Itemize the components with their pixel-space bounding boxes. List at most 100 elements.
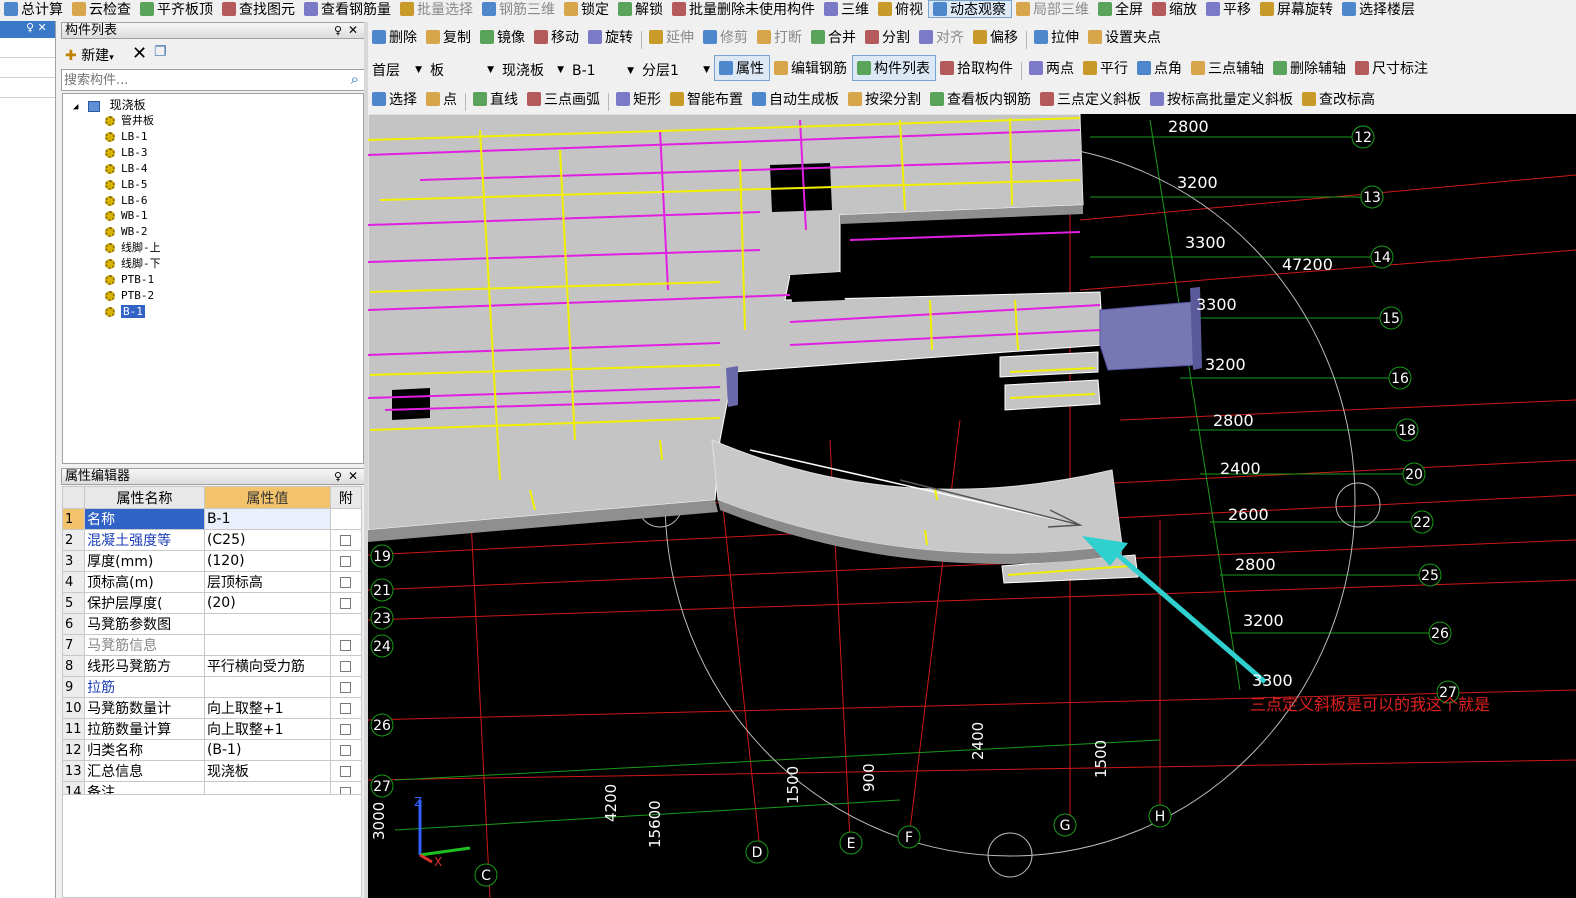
property-attach[interactable] (329, 508, 363, 530)
toolbar1-button-2[interactable]: 平齐板顶 (136, 0, 218, 18)
toolbar4-button-0[interactable]: 选择 (368, 85, 422, 113)
tree-item[interactable]: LB-6 (105, 193, 148, 209)
toolbar4-button-9[interactable]: 三点定义斜板 (1036, 85, 1146, 113)
tree-item[interactable]: LB-4 (105, 161, 148, 177)
tree-item[interactable]: PTB-2 (105, 288, 154, 304)
property-attach[interactable] (329, 718, 363, 740)
property-attach[interactable] (329, 697, 363, 719)
drawing-viewport[interactable]: Z X 2800 3200 3300 3300 3200 2800 2400 2600 2800… (368, 114, 1576, 898)
property-value[interactable]: (120) (203, 550, 331, 572)
property-value[interactable]: 现浇板 (203, 760, 331, 782)
close-icon[interactable]: ✕ (348, 23, 358, 38)
search-input[interactable] (64, 72, 334, 88)
toolbar1-button-15[interactable]: 缩放 (1148, 0, 1202, 18)
toolbar2-button-9[interactable]: 分割 (861, 24, 915, 50)
property-row[interactable]: 10 马凳筋数量计 向上取整+1 (61, 697, 363, 719)
property-attach[interactable] (329, 613, 363, 635)
property-attach[interactable] (329, 550, 363, 572)
toolbar2-button-2[interactable]: 镜像 (476, 24, 530, 50)
toolbar4-button-3[interactable]: 三点画弧 (523, 85, 605, 113)
toolbar4-button-6[interactable]: 自动生成板 (748, 85, 844, 113)
copy-icon[interactable]: ❐ (154, 44, 167, 60)
toolbar1-button-13[interactable]: 局部三维 (1012, 0, 1094, 18)
property-row[interactable]: 13 汇总信息 现浇板 (61, 760, 363, 782)
attach-checkbox[interactable] (340, 639, 352, 651)
toolbar2-button-4[interactable]: 旋转 (584, 24, 638, 50)
toolbar4-button-10[interactable]: 按标高批量定义斜板 (1146, 85, 1298, 113)
property-attach[interactable] (329, 592, 363, 614)
toolbar2-button-6[interactable]: 修剪 (699, 24, 753, 50)
attach-checkbox[interactable] (340, 681, 352, 693)
combo-1[interactable]: 板 ▼ (426, 58, 498, 82)
collapse-icon[interactable]: ◢ (73, 102, 78, 112)
toolbar1-button-7[interactable]: 锁定 (560, 0, 614, 18)
attach-checkbox[interactable] (340, 576, 352, 588)
property-value[interactable]: (20) (203, 592, 331, 614)
attach-checkbox[interactable] (340, 702, 352, 714)
tree-item[interactable]: 线脚-下 (105, 256, 161, 272)
property-value[interactable]: B-1 (203, 508, 331, 530)
property-row[interactable]: 4 顶标高(m) 层顶标高 (61, 571, 363, 593)
toolbar3-button-1[interactable]: 编辑钢筋 (770, 55, 852, 81)
toolbar1-button-18[interactable]: 选择楼层 (1338, 0, 1420, 18)
toolbar3-button-7[interactable]: 三点辅轴 (1187, 55, 1269, 81)
toolbar1-button-16[interactable]: 平移 (1202, 0, 1256, 18)
toolbar4-button-2[interactable]: 直线 (469, 85, 523, 113)
property-value[interactable]: 向上取整+1 (203, 697, 331, 719)
property-row[interactable]: 9 拉筋 (61, 676, 363, 698)
toolbar4-button-5[interactable]: 智能布置 (666, 85, 748, 113)
tree-item[interactable]: LB-1 (105, 129, 148, 145)
search-icon[interactable]: ⌕ (351, 70, 359, 88)
toolbar1-button-17[interactable]: 屏幕旋转 (1256, 0, 1338, 18)
combo-0[interactable]: 首层 ▼ (368, 58, 426, 82)
property-attach[interactable] (329, 655, 363, 677)
combo-2[interactable]: 现浇板 ▼ (498, 58, 568, 82)
property-value[interactable]: 平行横向受力筋 (203, 655, 331, 677)
property-row[interactable]: 8 线形马凳筋方 平行横向受力筋 (61, 655, 363, 677)
toolbar3-button-6[interactable]: 点角 (1133, 55, 1187, 81)
property-value[interactable]: (C25) (203, 529, 331, 551)
toolbar1-button-14[interactable]: 全屏 (1094, 0, 1148, 18)
toolbar2-button-0[interactable]: 删除 (368, 24, 422, 50)
tree-item[interactable]: LB-3 (105, 145, 148, 161)
property-row[interactable]: 6 马凳筋参数图 (61, 613, 363, 635)
property-row[interactable]: 11 拉筋数量计算 向上取整+1 (61, 718, 363, 740)
toolbar2-button-10[interactable]: 对齐 (915, 24, 969, 50)
tree-item[interactable]: WB-1 (105, 208, 148, 224)
toolbar2-button-13[interactable]: 设置夹点 (1084, 24, 1166, 50)
toolbar4-button-8[interactable]: 查看板内钢筋 (926, 85, 1036, 113)
tree-item[interactable]: WB-2 (105, 224, 148, 240)
attach-checkbox[interactable] (340, 597, 352, 609)
toolbar1-button-5[interactable]: 批量选择 (396, 0, 478, 18)
property-row[interactable]: 5 保护层厚度((20) (61, 592, 363, 614)
tree-item[interactable]: LB-5 (105, 177, 148, 193)
toolbar3-button-5[interactable]: 平行 (1079, 55, 1133, 81)
attach-checkbox[interactable] (340, 660, 352, 672)
toolbar4-button-1[interactable]: 点 (422, 85, 462, 113)
combo-3[interactable]: B-1 ▼ (568, 59, 638, 83)
toolbar2-button-7[interactable]: 打断 (753, 24, 807, 50)
pin-icon[interactable]: ♀ (334, 469, 342, 484)
tree-item[interactable]: 线脚-上 (105, 240, 161, 256)
property-value[interactable]: 向上取整+1 (203, 718, 331, 740)
toolbar1-button-8[interactable]: 解锁 (614, 0, 668, 18)
toolbar3-button-3[interactable]: 拾取构件 (936, 55, 1018, 81)
property-row[interactable]: 3 厚度(mm) (120) (61, 550, 363, 572)
toolbar1-button-10[interactable]: 三维 (820, 0, 874, 18)
property-row[interactable]: 2 混凝土强度等 (C25) (61, 529, 363, 551)
tree-item[interactable]: PTB-1 (105, 272, 154, 288)
toolbar1-button-12[interactable]: 动态观察 (928, 0, 1012, 18)
toolbar3-button-4[interactable]: 两点 (1025, 55, 1079, 81)
tree-root[interactable]: ◢ 现浇板 (73, 97, 146, 113)
property-row[interactable]: 7 马凳筋信息 (61, 634, 363, 656)
property-attach[interactable] (329, 634, 363, 656)
attach-checkbox[interactable] (340, 744, 352, 756)
property-value[interactable]: (B-1) (203, 739, 331, 761)
left-dock-row[interactable] (0, 78, 55, 98)
toolbar3-button-0[interactable]: 属性 (714, 55, 770, 81)
toolbar3-button-2[interactable]: 构件列表 (852, 55, 936, 81)
delete-icon[interactable]: ✕ (132, 43, 147, 64)
toolbar3-button-9[interactable]: 尺寸标注 (1351, 55, 1433, 81)
pin-icon[interactable]: ♀ (334, 23, 342, 38)
toolbar2-button-1[interactable]: 复制 (422, 24, 476, 50)
